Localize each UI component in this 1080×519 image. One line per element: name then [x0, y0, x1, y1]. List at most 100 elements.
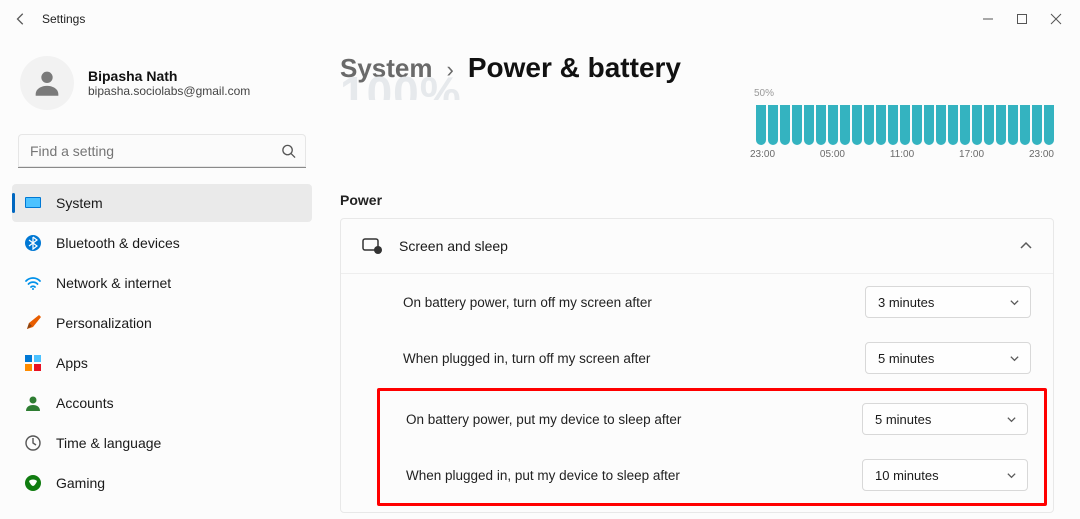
- sidebar-item-accounts[interactable]: Accounts: [12, 384, 312, 422]
- dropdown-screen-plugged[interactable]: 5 minutes: [865, 342, 1031, 374]
- chart-bar: [876, 105, 886, 145]
- dropdown-value: 10 minutes: [875, 468, 939, 483]
- sidebar-item-label: Network & internet: [56, 275, 171, 291]
- chart-bar: [1032, 105, 1042, 145]
- setting-label: On battery power, put my device to sleep…: [406, 412, 681, 427]
- sidebar-item-network[interactable]: Network & internet: [12, 264, 312, 302]
- chart-bar: [912, 105, 922, 145]
- chart-tick: 23:00: [1029, 149, 1054, 160]
- minimize-icon[interactable]: [982, 13, 994, 25]
- clock-globe-icon: [24, 434, 42, 452]
- screen-sleep-header[interactable]: Screen and sleep: [341, 219, 1053, 273]
- battery-status-row: 100% 50% 23:00 05:00 11:00 17:00 23:00: [340, 88, 1054, 160]
- sidebar-item-apps[interactable]: Apps: [12, 344, 312, 382]
- screen-sleep-card: Screen and sleep On battery power, turn …: [340, 218, 1054, 513]
- battery-big-percent: 100%: [340, 70, 462, 100]
- sidebar-item-label: Accounts: [56, 395, 114, 411]
- chart-bar: [840, 105, 850, 145]
- chart-bar: [756, 105, 766, 145]
- gaming-icon: [24, 474, 42, 492]
- chart-bar: [960, 105, 970, 145]
- setting-row-screen-battery: On battery power, turn off my screen aft…: [341, 274, 1053, 330]
- profile-block[interactable]: Bipasha Nath bipasha.sociolabs@gmail.com: [12, 48, 312, 126]
- chart-bar: [804, 105, 814, 145]
- chart-bar: [864, 105, 874, 145]
- sidebar-item-label: Bluetooth & devices: [56, 235, 180, 251]
- chart-bar: [948, 105, 958, 145]
- chart-bar: [1008, 105, 1018, 145]
- chart-bar: [852, 105, 862, 145]
- chart-bar: [780, 105, 790, 145]
- dropdown-sleep-plugged[interactable]: 10 minutes: [862, 459, 1028, 491]
- dropdown-value: 3 minutes: [878, 295, 934, 310]
- chart-tick: 05:00: [820, 149, 845, 160]
- card-title: Screen and sleep: [399, 238, 1019, 254]
- close-icon[interactable]: [1050, 13, 1062, 25]
- chart-bar: [936, 105, 946, 145]
- search-icon: [281, 144, 296, 159]
- breadcrumb-current: Power & battery: [468, 52, 681, 84]
- setting-row-sleep-plugged: When plugged in, put my device to sleep …: [380, 447, 1044, 503]
- profile-text: Bipasha Nath bipasha.sociolabs@gmail.com: [88, 68, 250, 98]
- chevron-down-icon: [1006, 470, 1017, 481]
- search-wrap: [18, 134, 306, 168]
- sidebar-item-gaming[interactable]: Gaming: [12, 464, 312, 502]
- chevron-down-icon: [1006, 414, 1017, 425]
- chart-tick: 23:00: [750, 149, 775, 160]
- chart-bar: [996, 105, 1006, 145]
- person-icon: [24, 394, 42, 412]
- chart-bar: [828, 105, 838, 145]
- sidebar-item-label: System: [56, 195, 103, 211]
- chart-bars: [756, 101, 1054, 145]
- chevron-down-icon: [1009, 297, 1020, 308]
- titlebar-left: Settings: [14, 12, 85, 26]
- dropdown-screen-battery[interactable]: 3 minutes: [865, 286, 1031, 318]
- sidebar-item-bluetooth[interactable]: Bluetooth & devices: [12, 224, 312, 262]
- apps-icon: [24, 354, 42, 372]
- battery-chart[interactable]: 50% 23:00 05:00 11:00 17:00 23:00: [750, 88, 1054, 160]
- main-panel: System › Power & battery 100% 50% 23:00 …: [320, 38, 1080, 519]
- back-icon[interactable]: [14, 12, 28, 26]
- chart-tick: 17:00: [959, 149, 984, 160]
- sidebar-item-system[interactable]: System: [12, 184, 312, 222]
- sidebar-item-personalization[interactable]: Personalization: [12, 304, 312, 342]
- card-body: On battery power, turn off my screen aft…: [341, 273, 1053, 506]
- sidebar-item-label: Apps: [56, 355, 88, 371]
- chart-bar: [972, 105, 982, 145]
- chart-x-axis: 23:00 05:00 11:00 17:00 23:00: [750, 149, 1054, 160]
- chart-bar: [924, 105, 934, 145]
- bluetooth-icon: [24, 234, 42, 252]
- chart-bar: [1020, 105, 1030, 145]
- highlight-annotation: On battery power, put my device to sleep…: [377, 388, 1047, 506]
- search-input[interactable]: [18, 134, 306, 168]
- screen-sleep-icon: [361, 235, 383, 257]
- profile-name: Bipasha Nath: [88, 68, 250, 84]
- sidebar-item-label: Time & language: [56, 435, 161, 451]
- chart-bar: [768, 105, 778, 145]
- chart-y-label: 50%: [754, 88, 774, 99]
- chart-bar: [792, 105, 802, 145]
- dropdown-sleep-battery[interactable]: 5 minutes: [862, 403, 1028, 435]
- sidebar: Bipasha Nath bipasha.sociolabs@gmail.com…: [0, 38, 320, 519]
- setting-label: When plugged in, turn off my screen afte…: [403, 351, 650, 366]
- chart-bar: [888, 105, 898, 145]
- dropdown-value: 5 minutes: [878, 351, 934, 366]
- avatar: [20, 56, 74, 110]
- titlebar: Settings: [0, 0, 1080, 38]
- sidebar-item-label: Personalization: [56, 315, 152, 331]
- chevron-up-icon: [1019, 239, 1033, 253]
- profile-email: bipasha.sociolabs@gmail.com: [88, 84, 250, 98]
- window-controls: [982, 13, 1080, 25]
- chart-tick: 11:00: [890, 149, 914, 160]
- sidebar-item-time-language[interactable]: Time & language: [12, 424, 312, 462]
- chart-bar: [1044, 105, 1054, 145]
- system-icon: [24, 194, 42, 212]
- dropdown-value: 5 minutes: [875, 412, 931, 427]
- setting-row-sleep-battery: On battery power, put my device to sleep…: [380, 391, 1044, 447]
- setting-label: When plugged in, put my device to sleep …: [406, 468, 680, 483]
- section-title-power: Power: [340, 192, 1054, 208]
- sidebar-item-label: Gaming: [56, 475, 105, 491]
- chart-bar: [900, 105, 910, 145]
- maximize-icon[interactable]: [1016, 13, 1028, 25]
- app-title: Settings: [42, 12, 85, 26]
